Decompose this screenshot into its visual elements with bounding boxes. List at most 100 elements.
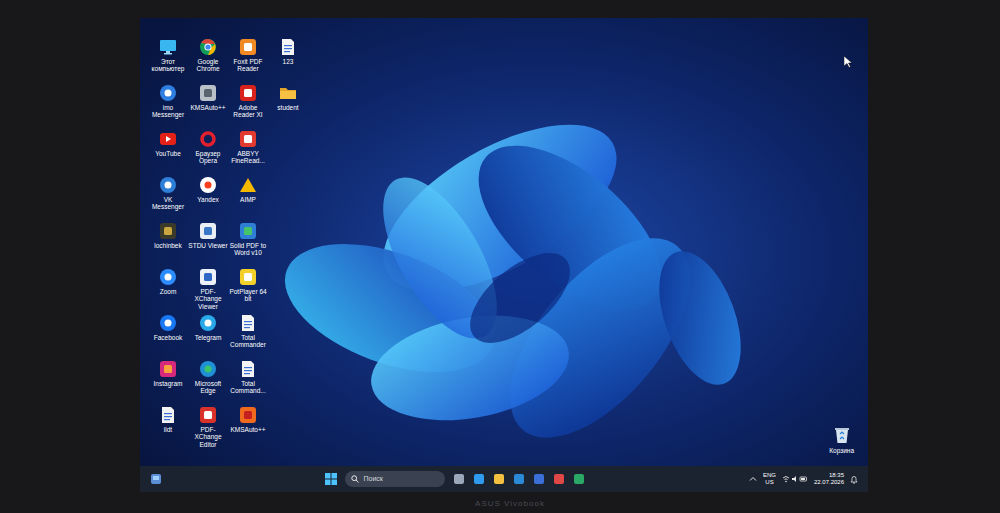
desktop-icon[interactable]: Браузер Opera [188, 130, 228, 176]
desktop-icon[interactable]: Facebook [148, 314, 188, 360]
desktop-icon[interactable]: Total Commander [228, 314, 268, 360]
icon-grid: Этот компьютер imo Messenger YouTube VK Mes… [140, 18, 308, 466]
total-commander-icon [239, 360, 257, 378]
desktop-icon-label: Telegram [188, 334, 228, 341]
desktop-icon-label: student [268, 104, 308, 111]
yandex-icon [199, 176, 217, 194]
solid-pdf-icon [239, 222, 257, 240]
taskbar-app-icon[interactable] [533, 473, 545, 485]
taskbar-app-icon[interactable] [553, 473, 565, 485]
clock[interactable]: 18:3522.07.2026 [814, 472, 844, 485]
desktop-icon[interactable]: Total Command... [228, 360, 268, 406]
system-tray: ENGUS 18:3522.07.2026 [749, 472, 858, 485]
widgets-icon[interactable] [150, 473, 162, 485]
taskbar-center: Поиск [325, 471, 585, 487]
desktop-icon[interactable]: 123 [268, 38, 308, 84]
desktop-icon[interactable]: PDF-XChange Viewer [188, 268, 228, 314]
desktop-icon-label: Google Chrome [188, 58, 228, 73]
zoom-icon [159, 268, 177, 286]
desktop-icon-label: AIMP [228, 196, 268, 203]
desktop-icon[interactable]: Microsoft Edge [188, 360, 228, 406]
recycle-bin[interactable]: Корзина [829, 426, 854, 456]
desktop-icon-label: KMSAuto++ [188, 104, 228, 111]
desktop-icon[interactable]: student [268, 84, 308, 130]
desktop-icon[interactable]: lochinbek [148, 222, 188, 268]
network-volume-battery-icon[interactable] [782, 474, 808, 484]
desktop-icon[interactable]: Google Chrome [188, 38, 228, 84]
desktop: Этот компьютер imo Messenger YouTube VK Mes… [140, 18, 868, 466]
desktop-icon[interactable]: AIMP [228, 176, 268, 222]
desktop-icon[interactable]: Yandex [188, 176, 228, 222]
search-placeholder: Поиск [363, 474, 382, 485]
chrome-icon [199, 38, 217, 56]
desktop-icon[interactable]: VK Messenger [148, 176, 188, 222]
desktop-icon-label: lochinbek [148, 242, 188, 249]
language-region: US [765, 479, 773, 486]
bezel-bottom: ASUS Vivobook [0, 492, 1000, 510]
desktop-icon[interactable]: Этот компьютер [148, 38, 188, 84]
desktop-icon[interactable]: YouTube [148, 130, 188, 176]
opera-icon [199, 130, 217, 148]
edge-icon [199, 360, 217, 378]
desktop-icon[interactable]: Telegram [188, 314, 228, 360]
potplayer-icon [239, 268, 257, 286]
document-icon [159, 406, 177, 424]
desktop-icon-label: VK Messenger [148, 196, 188, 211]
mouse-cursor-icon [844, 56, 852, 68]
desktop-icon[interactable]: ildt [148, 406, 188, 452]
desktop-icon-label: imo Messenger [148, 104, 188, 119]
pdf-editor-icon [199, 406, 217, 424]
desktop-icon-label: PDF-XChange Viewer [188, 288, 228, 310]
desktop-icon[interactable]: PotPlayer 64 bit [228, 268, 268, 314]
foxit-icon [239, 38, 257, 56]
youtube-icon [159, 130, 177, 148]
chevron-up-icon[interactable] [749, 475, 757, 483]
desktop-icon[interactable]: Solid PDF to Word v10 [228, 222, 268, 268]
folder-icon [279, 84, 297, 102]
desktop-icon[interactable]: Foxit PDF Reader [228, 38, 268, 84]
desktop-icon[interactable]: Adobe Reader XI [228, 84, 268, 130]
desktop-icon[interactable]: KMSAuto++ [228, 406, 268, 452]
language-code: ENG [763, 472, 776, 479]
taskbar-app-icon[interactable] [513, 473, 525, 485]
desktop-icon[interactable]: PDF-XChange Editor [188, 406, 228, 452]
desktop-icon-label: Браузер Opera [188, 150, 228, 165]
icon-column: Foxit PDF Reader Adobe Reader XI ABBYY Fin… [228, 38, 268, 466]
desktop-icon-label: STDU Viewer [188, 242, 228, 249]
desktop-icon-label: Total Commander [228, 334, 268, 349]
search-box[interactable]: Поиск [345, 471, 445, 487]
desktop-icon-label: Solid PDF to Word v10 [228, 242, 268, 257]
taskbar-app-icon[interactable] [453, 473, 465, 485]
desktop-icon[interactable]: KMSAuto++ [188, 84, 228, 130]
notification-bell-icon[interactable] [850, 475, 858, 484]
adobe-icon [239, 84, 257, 102]
screen: Этот компьютер imo Messenger YouTube VK Mes… [140, 18, 868, 492]
taskbar: Поиск ENGUS 18:3522.07.2026 [140, 466, 868, 492]
search-icon [351, 475, 359, 483]
abbyy-icon [239, 130, 257, 148]
desktop-icon[interactable]: ABBYY FineRead... [228, 130, 268, 176]
desktop-icon-label: Instagram [148, 380, 188, 387]
laptop: Этот компьютер imo Messenger YouTube VK Mes… [0, 0, 1000, 513]
desktop-icon[interactable]: Instagram [148, 360, 188, 406]
kms-icon [199, 84, 217, 102]
language-indicator[interactable]: ENGUS [763, 472, 776, 485]
kms-icon [239, 406, 257, 424]
telegram-icon [199, 314, 217, 332]
taskbar-app-icon[interactable] [473, 473, 485, 485]
desktop-icon-label: Facebook [148, 334, 188, 341]
taskbar-app-icon[interactable] [573, 473, 585, 485]
desktop-icon[interactable]: STDU Viewer [188, 222, 228, 268]
desktop-icon[interactable]: imo Messenger [148, 84, 188, 130]
taskbar-app-icon[interactable] [493, 473, 505, 485]
computer-icon [159, 38, 177, 56]
desktop-icon-label: Adobe Reader XI [228, 104, 268, 119]
desktop-icon[interactable]: Zoom [148, 268, 188, 314]
icon-column: Google Chrome KMSAuto++ Браузер Opera Yande… [188, 38, 228, 466]
pdf-viewer-icon [199, 268, 217, 286]
desktop-icon-label: ABBYY FineRead... [228, 150, 268, 165]
desktop-icon-label: PotPlayer 64 bit [228, 288, 268, 303]
aimp-icon [239, 176, 257, 194]
windows-start-icon[interactable] [325, 473, 337, 485]
desktop-icon-label: Microsoft Edge [188, 380, 228, 395]
